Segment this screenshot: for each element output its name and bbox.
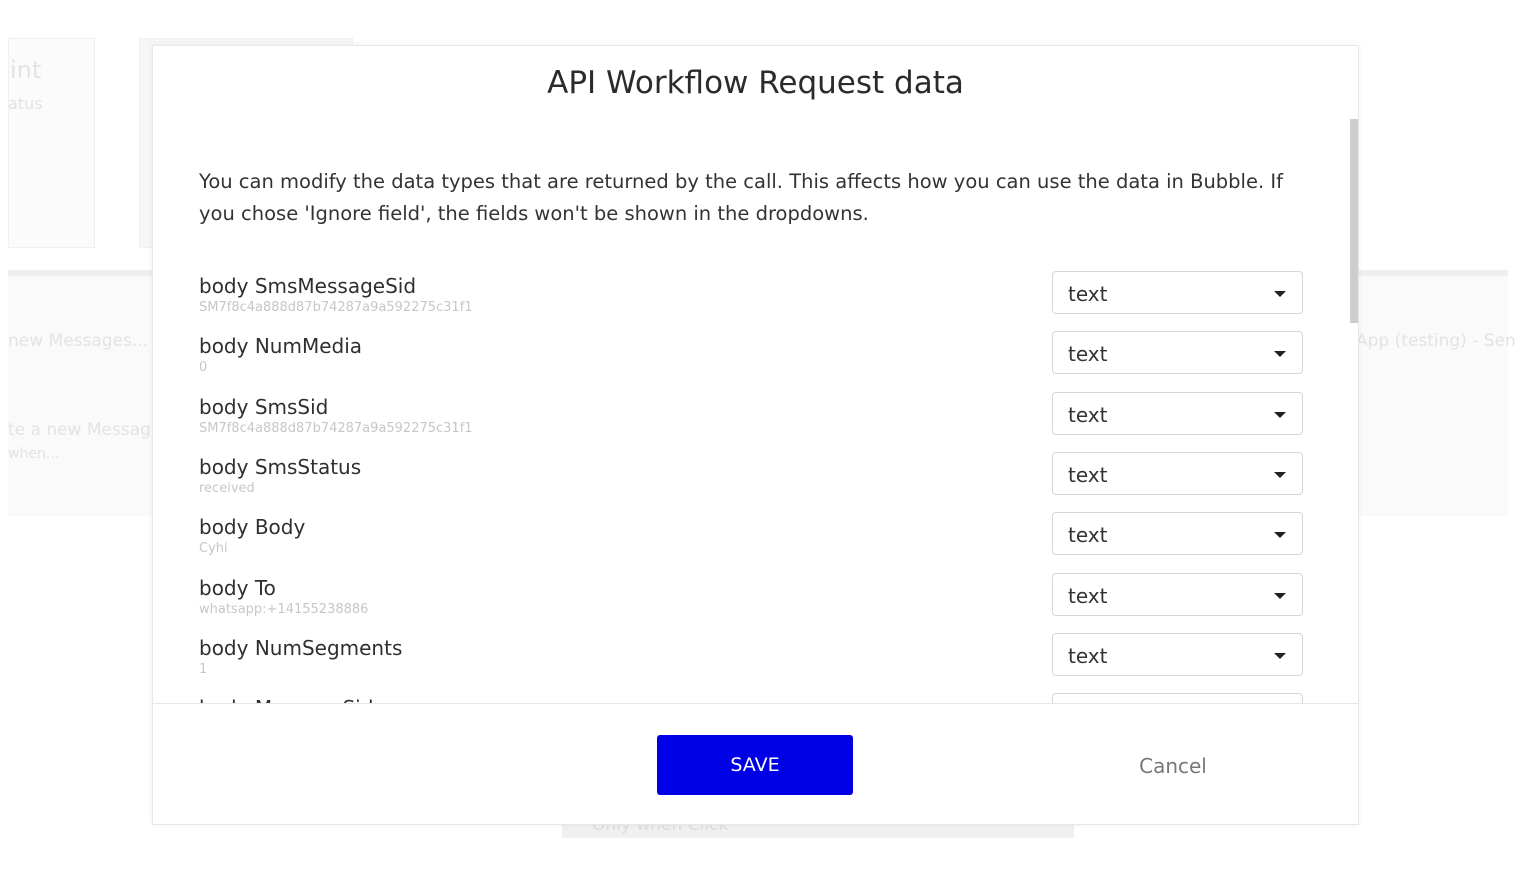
field-name: body MessageSid: [199, 696, 373, 703]
field-name: body To: [199, 575, 276, 600]
caret-down-icon: [1274, 411, 1286, 418]
field-sample-value: whatsapp:+14155238886: [199, 601, 369, 617]
field-row: body SmsStatus received text: [199, 451, 1305, 503]
field-type-value: text: [1068, 583, 1108, 608]
background-workflow-label: te a new Message: [8, 420, 162, 440]
field-sample-value: SM7f8c4a888d87b74287a9a592275c31f1: [199, 420, 473, 436]
field-name: body SmsSid: [199, 394, 329, 419]
field-name: body Body: [199, 515, 306, 540]
api-workflow-request-data-dialog: API Workflow Request data You can modify…: [152, 45, 1359, 825]
field-type-dropdown[interactable]: text: [1052, 693, 1303, 703]
field-sample-value: received: [199, 480, 255, 496]
field-type-value: text: [1068, 402, 1108, 427]
caret-down-icon: [1274, 652, 1286, 659]
background-workflow-label: new Messages...: [8, 331, 149, 351]
field-type-dropdown[interactable]: text: [1052, 632, 1303, 676]
caret-down-icon: [1274, 471, 1286, 478]
field-name: body SmsMessageSid: [199, 274, 417, 298]
field-sample-value: 0: [199, 360, 208, 376]
field-type-value: text: [1068, 462, 1108, 487]
dialog-description: You can modify the data types that are r…: [199, 170, 1283, 225]
footer-divider: [153, 703, 1358, 704]
field-row: body SmsMessageSid SM7f8c4a888d87b74287a9…: [199, 271, 1305, 322]
field-row: body NumMedia 0 text: [199, 331, 1305, 382]
caret-down-icon: [1274, 592, 1286, 599]
background-card-title: int: [10, 56, 42, 84]
scrollbar-thumb[interactable]: [1350, 119, 1358, 323]
field-name: body NumMedia: [199, 334, 363, 359]
dialog-title: API Workflow Request data: [547, 65, 964, 101]
field-type-dropdown[interactable]: text: [1052, 271, 1303, 314]
save-button[interactable]: SAVE: [657, 735, 853, 795]
field-type-dropdown[interactable]: text: [1052, 512, 1303, 556]
field-type-dropdown[interactable]: text: [1052, 391, 1303, 435]
caret-down-icon: [1274, 532, 1286, 539]
caret-down-icon: [1274, 351, 1286, 358]
field-type-value: text: [1068, 342, 1108, 367]
background-card-subtitle: atus: [8, 94, 43, 113]
field-type-value: text: [1068, 282, 1108, 306]
field-row: body Body Cyhi text: [199, 512, 1305, 563]
field-row: body MessageSid text: [199, 693, 1305, 703]
field-row: body SmsSid SM7f8c4a888d87b74287a9a592275…: [199, 391, 1305, 443]
field-sample-value: SM7f8c4a888d87b74287a9a592275c31f1: [199, 300, 473, 315]
field-sample-value: 1: [199, 661, 208, 677]
field-sample-value: Cyhi: [199, 541, 228, 557]
field-type-dropdown[interactable]: text: [1052, 572, 1303, 616]
field-type-dropdown[interactable]: text: [1052, 451, 1303, 495]
field-name: body SmsStatus: [199, 454, 362, 479]
field-row: body To whatsapp:+14155238886 text: [199, 572, 1305, 624]
fields-scroll-area[interactable]: You can modify the data types that are r…: [153, 119, 1358, 703]
caret-down-icon: [1274, 291, 1286, 297]
background-workflow-label: when...: [8, 446, 60, 462]
scrollbar[interactable]: [1350, 119, 1358, 703]
field-type-value: text: [1068, 523, 1108, 548]
background-workflow-label: App (testing) - Sen: [1356, 331, 1516, 351]
field-type-value: text: [1068, 643, 1108, 668]
field-type-dropdown[interactable]: text: [1052, 331, 1303, 375]
field-name: body NumSegments: [199, 635, 403, 660]
field-row: body NumSegments 1 text: [199, 632, 1305, 684]
cancel-button[interactable]: Cancel: [1113, 751, 1233, 781]
